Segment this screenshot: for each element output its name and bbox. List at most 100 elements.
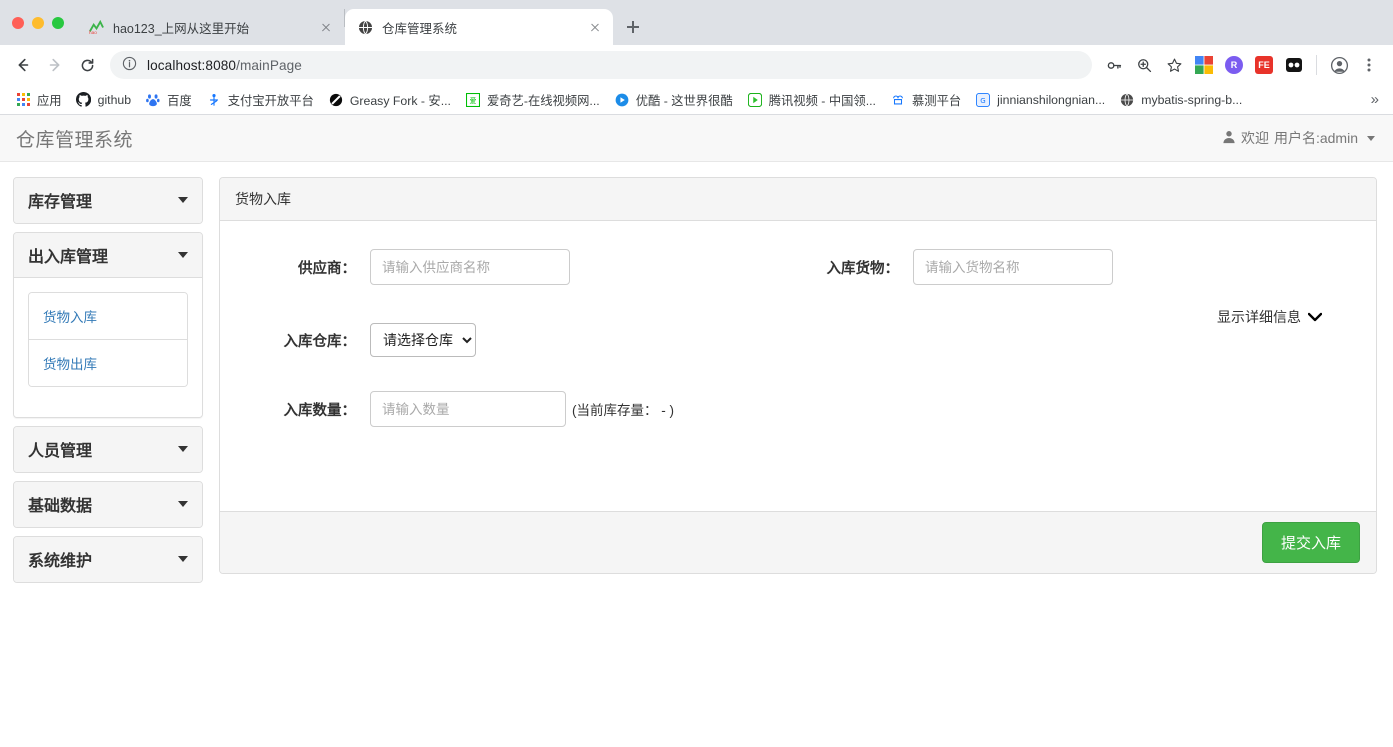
caret-down-icon (178, 556, 188, 562)
sidebar-submenu-panel: 货物入库 货物出库 (14, 278, 202, 417)
stock-hint: (当前库存量： - ) (572, 403, 674, 418)
supplier-label: 供应商： (298, 260, 356, 277)
caret-down-icon (178, 446, 188, 452)
star-icon[interactable] (1160, 51, 1188, 79)
person-icon (1222, 130, 1236, 147)
warehouse-label: 入库仓库： (283, 333, 357, 350)
bookmark-github[interactable]: github (69, 90, 139, 110)
zoom-icon[interactable] (1130, 51, 1158, 79)
bookmark-label: mybatis-spring-b... (1141, 92, 1243, 107)
chevron-down-icon (1367, 135, 1375, 141)
form-grid: 供应商： 入库仓库： 请选择仓库 入库数量： (240, 249, 1356, 449)
caret-down-icon (178, 197, 188, 203)
browser-window: hao hao123_上网从这里开始 仓库管理系统 localhost:8080… (0, 0, 1393, 747)
quantity-row: 入库数量： (当前库存量： - ) (240, 391, 798, 427)
bookmark-label: 应用 (37, 93, 62, 108)
sidebar-group-basedata: 基础数据 (13, 481, 203, 528)
tab-title: hao123_上网从这里开始 (113, 21, 250, 36)
sidebar-item-personnel[interactable]: 人员管理 (14, 427, 202, 472)
key-icon[interactable] (1100, 51, 1128, 79)
chrome-menu-icon[interactable] (1355, 51, 1383, 79)
sidebar-item-inout[interactable]: 出入库管理 (14, 233, 202, 278)
quantity-input[interactable] (370, 391, 566, 427)
detail-toggle-button[interactable]: 显示详细信息 (798, 307, 1356, 327)
caret-down-icon (178, 252, 188, 258)
goods-label: 入库货物： (826, 260, 900, 277)
baidu-icon (145, 92, 161, 108)
muce-icon (890, 92, 906, 108)
tencent-video-icon (747, 92, 763, 108)
toolbar-icon-group: R FE (1100, 51, 1383, 79)
welcome-text: 欢迎 (1240, 130, 1269, 146)
warehouse-select[interactable]: 请选择仓库 (370, 323, 476, 357)
new-tab-button[interactable] (619, 13, 647, 41)
bookmark-muce[interactable]: 慕测平台 (883, 89, 968, 111)
bookmark-baidu[interactable]: 百度 (138, 89, 199, 111)
tab-title: 仓库管理系统 (382, 21, 458, 36)
bookmark-iqiyi[interactable]: 爱 爱奇艺-在线视频网... (458, 89, 607, 111)
bookmark-label: 支付宝开放平台 (227, 93, 314, 108)
profile-avatar-icon[interactable] (1325, 51, 1353, 79)
sidebar-item-inventory[interactable]: 库存管理 (14, 178, 202, 223)
bookmark-greasyfork[interactable]: Greasy Fork - 安... (321, 89, 458, 111)
close-tab-button[interactable] (318, 19, 334, 35)
close-window-button[interactable] (12, 16, 24, 29)
bookmark-alipay[interactable]: 支付宝开放平台 (199, 89, 321, 111)
bookmarks-overflow-button[interactable]: » (1365, 89, 1385, 110)
sidebar-group-label: 库存管理 (28, 194, 93, 211)
page-content: 仓库管理系统 欢迎 用户名:admin 库存管理 出入库管理 货物入库 货物出库… (0, 115, 1393, 747)
quantity-label: 入库数量： (283, 402, 357, 419)
sidebar-item-goods-inbound[interactable]: 货物入库 (29, 293, 187, 340)
youku-icon (614, 92, 630, 108)
page-title: 仓库管理系统 (16, 129, 134, 151)
bookmark-mybatis-spring[interactable]: mybatis-spring-b... (1112, 90, 1249, 110)
r-extension[interactable]: R (1220, 51, 1248, 79)
user-menu[interactable]: 欢迎 用户名:admin (1222, 128, 1375, 148)
svg-text:爱: 爱 (469, 97, 476, 105)
browser-tab-hao123[interactable]: hao hao123_上网从这里开始 (76, 9, 344, 45)
address-bar[interactable]: localhost:8080/mainPage (110, 51, 1092, 79)
browser-tab-warehouse[interactable]: 仓库管理系统 (345, 9, 613, 45)
maximize-window-button[interactable] (52, 16, 64, 29)
form-column-left: 供应商： 入库仓库： 请选择仓库 入库数量： (240, 249, 798, 449)
sidebar-group-label: 人员管理 (28, 443, 93, 460)
bookmark-label: 百度 (167, 93, 192, 108)
github-icon (76, 92, 92, 108)
google-photos-extension[interactable] (1190, 51, 1218, 79)
greasyfork-icon (328, 92, 344, 108)
submit-inbound-button[interactable]: 提交入库 (1261, 522, 1360, 563)
globe-icon (1119, 92, 1135, 108)
forward-arrow-icon[interactable] (40, 50, 70, 80)
sidebar-item-maintenance[interactable]: 系统维护 (14, 537, 202, 582)
dark-reader-extension[interactable] (1280, 51, 1308, 79)
bookmark-youku[interactable]: 优酷 - 这世界很酷 (607, 89, 740, 111)
bookmark-label: github (97, 92, 132, 107)
iqiyi-icon: 爱 (465, 92, 481, 108)
fe-extension[interactable]: FE (1250, 51, 1278, 79)
info-icon[interactable] (122, 56, 137, 74)
sidebar-item-basedata[interactable]: 基础数据 (14, 482, 202, 527)
bookmark-label: jinnianshilongnian... (997, 92, 1106, 107)
globe-icon (357, 19, 373, 35)
goods-input[interactable] (913, 249, 1113, 285)
app-header: 仓库管理系统 欢迎 用户名:admin (0, 115, 1393, 162)
close-tab-button[interactable] (587, 19, 603, 35)
apps-grid-icon (15, 92, 31, 108)
caret-down-icon (178, 501, 188, 507)
bookmark-tencent-video[interactable]: 腾讯视频 - 中国领... (740, 89, 883, 111)
detail-toggle-label: 显示详细信息 (1217, 309, 1301, 325)
back-arrow-icon[interactable] (8, 50, 38, 80)
sidebar: 库存管理 出入库管理 货物入库 货物出库 人员管理 基础数据 系统维护 (13, 177, 203, 591)
reload-icon[interactable] (72, 50, 102, 80)
supplier-input[interactable] (370, 249, 570, 285)
tab-strip: hao hao123_上网从这里开始 仓库管理系统 (0, 0, 1393, 45)
username-label: 用户名:admin (1273, 130, 1358, 146)
bookmark-jinnianshilongnian[interactable]: G jinnianshilongnian... (968, 90, 1112, 110)
bookmark-apps[interactable]: 应用 (8, 89, 69, 111)
bookmarks-bar: 应用 github 百度 支付宝开放平台 Greasy Fork - 安... (0, 85, 1393, 115)
window-controls (8, 0, 76, 45)
panel-footer: 提交入库 (220, 511, 1376, 573)
bookmark-label: 优酷 - 这世界很酷 (635, 93, 733, 108)
minimize-window-button[interactable] (32, 16, 44, 29)
sidebar-item-goods-outbound[interactable]: 货物出库 (29, 340, 187, 386)
